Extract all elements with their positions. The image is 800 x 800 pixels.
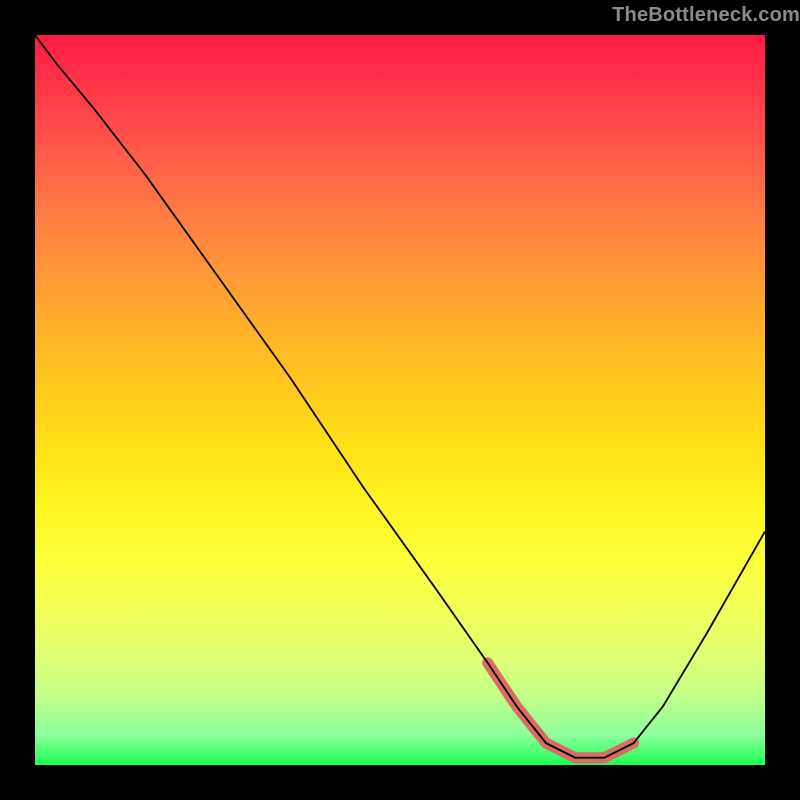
curve-line: [35, 35, 765, 758]
plot-svg: [35, 35, 765, 765]
watermark-text: TheBottleneck.com: [612, 4, 800, 27]
highlighted-segment: [488, 663, 634, 758]
plot-area: [35, 35, 765, 765]
chart-frame: TheBottleneck.com: [0, 0, 800, 800]
